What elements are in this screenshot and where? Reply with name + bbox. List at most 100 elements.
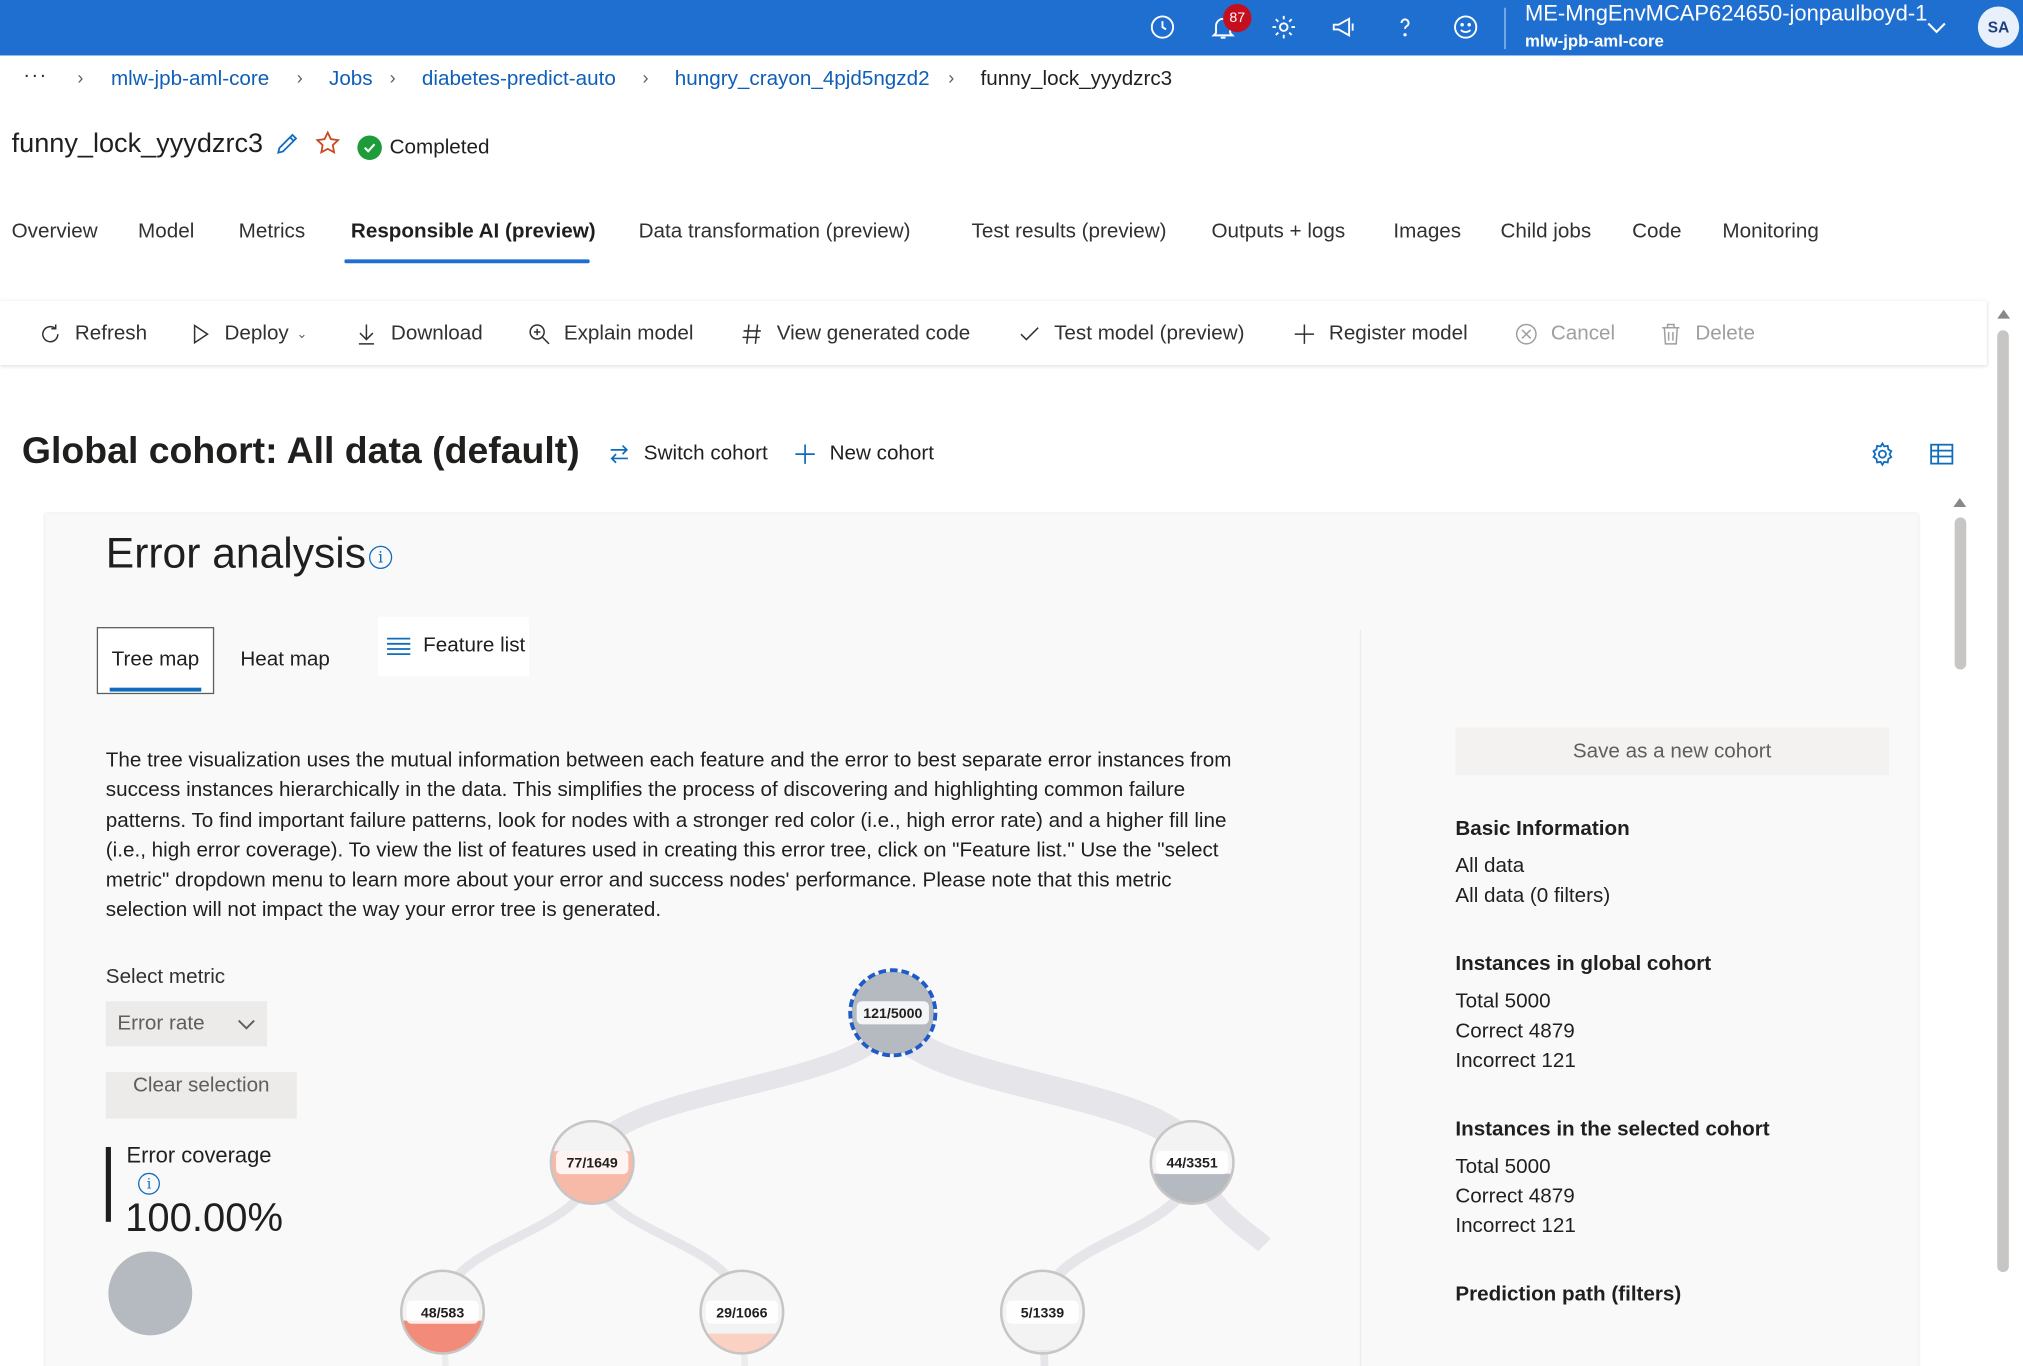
select-metric-label: Select metric xyxy=(105,966,226,989)
basic-info-line: All data (0 filters) xyxy=(1455,885,1611,908)
breadcrumb-jobs-link[interactable]: Jobs xyxy=(329,68,373,91)
star-icon[interactable] xyxy=(314,129,345,160)
info-icon[interactable]: i xyxy=(138,1172,160,1195)
page-scrollbar-thumb[interactable] xyxy=(1997,330,2009,1273)
download-label: Download xyxy=(390,322,483,345)
delete-label: Delete xyxy=(1695,322,1755,345)
error-tree: 121/5000 77/1649 44/3351 48/583 29/1066 5/133… xyxy=(399,968,1271,1366)
breadcrumb-workspace-link[interactable]: mlw-jpb-aml-core xyxy=(111,68,269,91)
tree-node[interactable]: 29/1066 xyxy=(699,1269,785,1355)
table-icon[interactable] xyxy=(1928,440,1956,468)
account-name[interactable]: ME-MngEnvMCAP624650-jonpaulboyd-1 xyxy=(1525,1,1927,27)
prediction-path-heading: Prediction path (filters) xyxy=(1455,1283,1682,1306)
view-generated-code-button[interactable]: View generated code xyxy=(739,319,970,350)
hash-icon xyxy=(742,324,761,344)
smiley-icon[interactable] xyxy=(1449,10,1483,44)
switch-cohort-label: Switch cohort xyxy=(643,442,768,465)
tree-node[interactable]: 44/3351 xyxy=(1149,1119,1235,1206)
cohort-title: Global cohort: All data (default) xyxy=(21,430,580,473)
tree-node-label: 29/1066 xyxy=(716,1305,767,1321)
basic-info-line: All data xyxy=(1455,855,1525,878)
tree-node[interactable]: 5/1339 xyxy=(999,1269,1086,1355)
tab-test-results[interactable]: Test results (preview) xyxy=(972,221,1167,244)
chevron-right-icon: › xyxy=(77,67,84,88)
page-scrollbar[interactable] xyxy=(1995,304,2013,1273)
play-icon xyxy=(193,324,209,345)
info-icon[interactable]: i xyxy=(368,545,393,569)
cancel-icon xyxy=(1515,323,1537,345)
chevron-down-icon[interactable] xyxy=(1922,13,1950,41)
panel-divider xyxy=(1359,629,1362,1366)
breadcrumb-parent-job-link[interactable]: hungry_crayon_4pjd5ngzd2 xyxy=(675,68,930,91)
download-button[interactable]: Download xyxy=(354,319,483,350)
tree-node-fill xyxy=(401,1320,484,1354)
tab-code[interactable]: Code xyxy=(1632,221,1681,244)
cancel-button[interactable]: Cancel xyxy=(1513,319,1615,350)
help-icon[interactable] xyxy=(1388,10,1422,44)
breadcrumb-current: funny_lock_yyydzrc3 xyxy=(980,68,1173,91)
register-model-label: Register model xyxy=(1328,322,1468,345)
tab-heat-map[interactable]: Heat map xyxy=(230,627,341,694)
tab-child-jobs[interactable]: Child jobs xyxy=(1501,221,1592,244)
selected-total: Total 5000 xyxy=(1455,1156,1551,1178)
status-badge: Completed xyxy=(389,136,490,159)
panel-scrollbar-thumb[interactable] xyxy=(1954,517,1967,670)
breadcrumb-experiment-link[interactable]: diabetes-predict-auto xyxy=(422,68,616,91)
tree-edge xyxy=(878,1010,1207,1165)
gear-icon[interactable] xyxy=(1868,440,1896,468)
tab-responsible-ai[interactable]: Responsible AI (preview) xyxy=(351,221,596,244)
tab-outputs-logs[interactable]: Outputs + logs xyxy=(1211,221,1345,244)
test-model-button[interactable]: Test model (preview) xyxy=(1017,319,1245,350)
breadcrumb-more-button[interactable]: ··· xyxy=(23,65,47,88)
account-workspace[interactable]: mlw-jpb-aml-core xyxy=(1525,31,1664,50)
tab-model[interactable]: Model xyxy=(138,221,194,244)
select-metric-dropdown[interactable]: Error rate xyxy=(105,1001,268,1047)
new-cohort-button[interactable]: New cohort xyxy=(792,441,934,467)
tree-node[interactable]: 48/583 xyxy=(399,1269,486,1355)
register-model-button[interactable]: Register model xyxy=(1291,319,1468,350)
global-total: Total 5000 xyxy=(1455,990,1551,1013)
cancel-label: Cancel xyxy=(1550,322,1616,345)
save-new-cohort-button[interactable]: Save as a new cohort xyxy=(1455,727,1889,776)
refresh-button[interactable]: Refresh xyxy=(37,319,147,350)
tree-node[interactable]: 77/1649 xyxy=(549,1119,635,1206)
tree-description: The tree visualization uses the mutual i… xyxy=(105,749,1232,922)
edit-icon[interactable] xyxy=(274,129,305,160)
select-metric-value: Error rate xyxy=(117,1012,205,1035)
selected-correct: Correct 4879 xyxy=(1455,1185,1575,1208)
scroll-up-icon[interactable] xyxy=(1953,498,1967,508)
tab-monitoring[interactable]: Monitoring xyxy=(1722,221,1818,244)
error-coverage-value: 100.00% xyxy=(125,1194,284,1240)
global-cohort-heading: Instances in global cohort xyxy=(1455,953,1712,976)
error-analysis-title: Error analysis xyxy=(105,528,367,577)
avatar[interactable]: SA xyxy=(1977,6,2020,48)
explain-model-button[interactable]: Explain model xyxy=(526,319,693,350)
tab-data-transformation[interactable]: Data transformation (preview) xyxy=(639,221,911,244)
delete-button[interactable]: Delete xyxy=(1658,319,1755,350)
deploy-button[interactable]: Deploy ⌄ xyxy=(187,319,307,350)
selected-incorrect: Incorrect 121 xyxy=(1455,1215,1576,1238)
deploy-label: Deploy xyxy=(224,322,289,345)
notification-badge: 87 xyxy=(1223,3,1252,33)
clear-selection-button[interactable]: Clear selection xyxy=(105,1072,297,1119)
gear-icon[interactable] xyxy=(1267,10,1301,44)
scroll-up-icon[interactable] xyxy=(1997,309,2011,319)
trash-icon xyxy=(1662,323,1680,345)
panel-scrollbar[interactable] xyxy=(1952,493,1970,674)
feature-list-button[interactable]: Feature list xyxy=(378,616,529,677)
global-correct: Correct 4879 xyxy=(1455,1020,1575,1043)
tree-edge xyxy=(583,1011,902,1164)
tab-overview[interactable]: Overview xyxy=(12,221,98,244)
tab-tree-map[interactable]: Tree map xyxy=(96,627,215,695)
tab-metrics[interactable]: Metrics xyxy=(239,221,306,244)
feature-list-label: Feature list xyxy=(423,634,526,657)
command-bar: Refresh Deploy ⌄ Download Explain model … xyxy=(0,300,1987,366)
switch-cohort-button[interactable]: Switch cohort xyxy=(606,441,768,467)
topbar-divider xyxy=(1504,7,1506,50)
megaphone-icon[interactable] xyxy=(1328,10,1362,44)
tree-nodes: 121/5000 77/1649 44/3351 48/583 29/1066 5/133… xyxy=(399,968,1235,1355)
breadcrumb: ··· › mlw-jpb-aml-core › Jobs › diabetes… xyxy=(0,65,1548,99)
clock-icon[interactable] xyxy=(1146,10,1180,44)
explain-model-label: Explain model xyxy=(563,322,694,345)
tab-images[interactable]: Images xyxy=(1393,221,1461,244)
